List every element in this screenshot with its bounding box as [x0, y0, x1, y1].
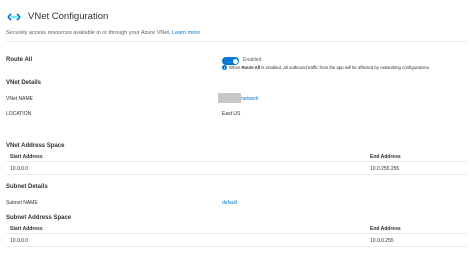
subnet-details-title: Subnet Details	[6, 184, 48, 190]
toggle-state-label: Enabled	[243, 57, 262, 63]
route-all-label: Route All	[6, 57, 33, 63]
vnet-end-address-header: End Address	[370, 154, 401, 160]
route-all-info: When Route All is enabled, all outbound …	[229, 65, 430, 70]
subnet-start-address: 10.0.0.0	[10, 238, 29, 244]
subnet-name-link[interactable]: default	[222, 200, 237, 206]
info-icon: i	[222, 65, 227, 70]
vnet-details-title: VNet Details	[6, 80, 42, 86]
subnet-end-address: 10.0.0.255	[370, 238, 394, 244]
info-suffix: is enabled, all outbound traffic from th…	[261, 65, 431, 70]
page-title: VNet Configuration	[28, 11, 109, 22]
info-prefix: When	[229, 65, 241, 70]
info-bold: Route All	[241, 65, 261, 70]
subnet-start-address-header: Start Address	[10, 226, 43, 232]
location-value: East US	[222, 111, 241, 117]
vnet-name-redacted	[218, 93, 241, 103]
header-divider	[6, 41, 468, 42]
route-all-toggle[interactable]	[222, 57, 239, 65]
subnet-address-space-title: Subnet Address Space	[6, 215, 72, 221]
learn-more-link[interactable]: Learn more	[172, 30, 200, 36]
vnet-start-address: 10.0.0.0	[10, 166, 29, 172]
toggle-knob	[232, 58, 238, 64]
vnet-name-label: VNet NAME	[6, 96, 33, 102]
vnet-start-address-header: Start Address	[10, 154, 43, 160]
vnet-address-space-title: VNet Address Space	[6, 143, 65, 149]
table-divider	[6, 233, 468, 234]
table-divider	[6, 174, 468, 175]
page-description: Securely access resources available in o…	[6, 30, 200, 36]
vnet-name-link[interactable]: network	[241, 96, 259, 102]
vnet-end-address: 10.0.255.255	[370, 166, 400, 172]
table-divider	[6, 246, 468, 247]
vnet-icon	[6, 9, 22, 25]
subnet-end-address-header: End Address	[370, 226, 401, 232]
subnet-name-label: Subnet NAME	[6, 200, 38, 206]
description-text: Securely access resources available in o…	[6, 30, 171, 36]
location-label: LOCATION	[6, 111, 32, 117]
table-divider	[6, 161, 468, 162]
